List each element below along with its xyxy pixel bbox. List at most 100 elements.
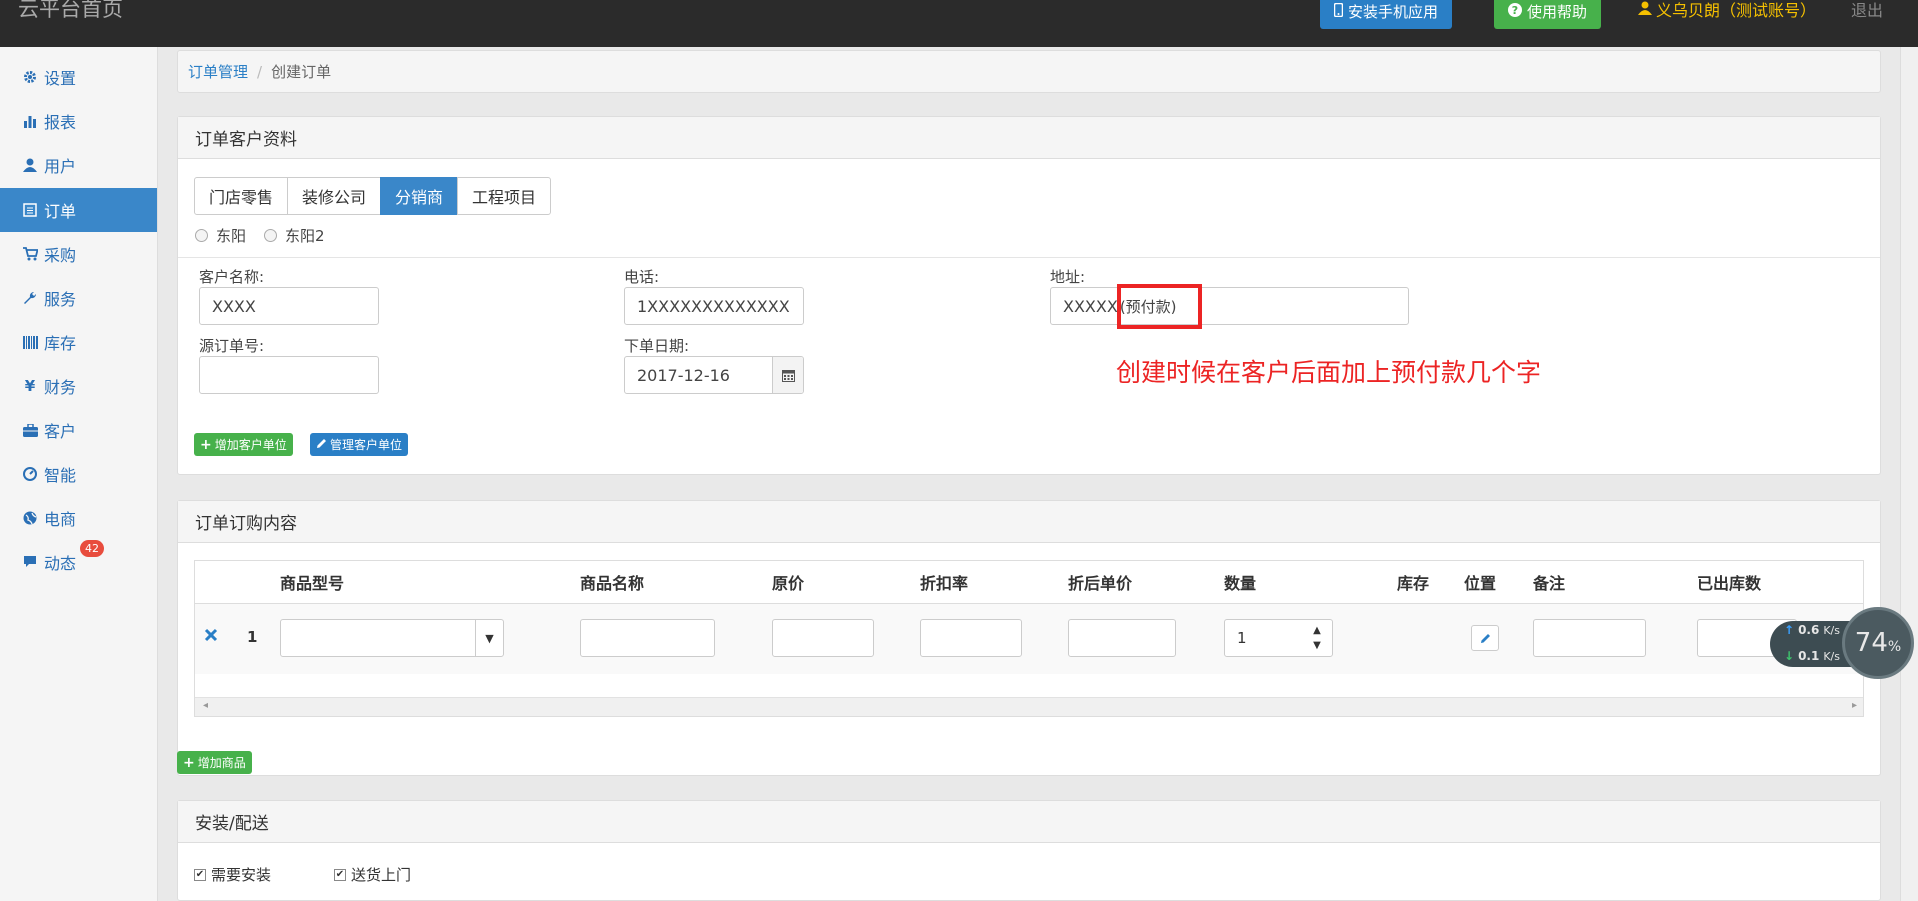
barcode-icon: [22, 334, 38, 350]
order-panel-title: 订单订购内容: [178, 501, 1880, 543]
sidebar-item-finance[interactable]: ¥ 财务: [0, 364, 157, 408]
order-content-panel: 订单订购内容 商品型号 商品名称 原价 折扣率 折后单价 数量 库存 位置 备注…: [177, 500, 1881, 776]
need-install-checkbox[interactable]: ✔: [194, 868, 206, 881]
deliver-option[interactable]: ✔ 送货上门: [334, 864, 411, 885]
form-divider: [178, 257, 1880, 258]
breadcrumb-order-management[interactable]: 订单管理: [188, 61, 248, 82]
sidebar-item-label: 采购: [44, 246, 77, 265]
page-scrollbar[interactable]: [1900, 47, 1918, 901]
pencil-icon: [316, 438, 327, 452]
customer-type-tabs: 门店零售 装修公司 分销商 工程项目: [194, 177, 552, 215]
breadcrumb-separator: /: [257, 62, 263, 81]
sidebar-item-orders[interactable]: 订单: [0, 188, 157, 232]
column-header: 商品名称: [580, 574, 645, 593]
upload-unit: K/s: [1823, 623, 1840, 637]
radio-dongyang[interactable]: [195, 229, 208, 242]
radio-dongyang2-label: 东阳2: [285, 227, 325, 245]
discount-rate-input[interactable]: [920, 619, 1022, 657]
column-header: 商品型号: [280, 574, 345, 593]
tab-decoration-company[interactable]: 装修公司: [287, 177, 382, 215]
top-navbar: 云平台首页 安装手机应用 ? 使用帮助 义乌贝朗（测试账号） 退出: [0, 0, 1918, 47]
globe-icon: [22, 510, 38, 526]
product-name-input[interactable]: [580, 619, 715, 657]
download-speed: ↓ 0.1 K/s: [1784, 649, 1840, 663]
sidebar-item-reports[interactable]: 报表: [0, 99, 157, 143]
tab-engineering-project[interactable]: 工程项目: [457, 177, 552, 215]
yen-icon: ¥: [24, 377, 36, 395]
download-arrow-icon: ↓: [1784, 649, 1795, 663]
brand-title[interactable]: 云平台首页: [18, 0, 123, 23]
delivery-panel: 安装/配送 ✔ 需要安装 ✔ 送货上门: [177, 800, 1881, 901]
phone-field[interactable]: 1XXXXXXXXXXXXX: [624, 287, 804, 325]
add-customer-unit-button[interactable]: + 增加客户单位: [194, 433, 293, 456]
current-user-link[interactable]: 义乌贝朗（测试账号）: [1638, 0, 1816, 21]
sidebar-item-users[interactable]: 用户: [0, 143, 157, 187]
column-header: 位置: [1464, 574, 1497, 593]
calendar-icon[interactable]: [772, 357, 803, 393]
sidebar-item-service[interactable]: 服务: [0, 276, 157, 320]
deliver-label: 送货上门: [351, 866, 412, 884]
upload-value: 0.6: [1798, 623, 1820, 637]
scroll-left-icon[interactable]: ◂: [203, 700, 208, 711]
usage-percent: 74: [1854, 628, 1888, 658]
sidebar-item-smart[interactable]: 智能: [0, 452, 157, 496]
order-date-value: 2017-12-16: [637, 365, 730, 385]
manage-customer-unit-button[interactable]: 管理客户单位: [310, 433, 409, 456]
phone-value: 1XXXXXXXXXXXXX: [637, 296, 790, 316]
briefcase-icon: [22, 422, 38, 438]
column-header: 库存: [1397, 574, 1430, 593]
column-header: 数量: [1224, 574, 1257, 593]
product-model-select[interactable]: ▼: [280, 619, 504, 657]
sidebar-item-settings[interactable]: 设置: [0, 55, 157, 99]
address-field[interactable]: XXXXX (预付款): [1050, 287, 1409, 325]
remark-input[interactable]: [1533, 619, 1646, 657]
edit-location-button[interactable]: [1471, 625, 1499, 651]
radio-dongyang2[interactable]: [264, 229, 278, 242]
network-speed-widget[interactable]: ↑ 0.6 K/s ↓ 0.1 K/s 74%: [1770, 607, 1918, 679]
sidebar-item-label: 动态: [44, 554, 77, 573]
plus-icon: +: [183, 754, 195, 771]
sidebar-item-customers[interactable]: 客户: [0, 408, 157, 452]
plus-icon: +: [200, 436, 212, 453]
bar-chart-icon: [22, 113, 38, 129]
need-install-option[interactable]: ✔ 需要安装: [194, 864, 271, 885]
stepper-arrows-icon[interactable]: ▲ ▼: [1302, 620, 1332, 656]
install-app-label: 安装手机应用: [1348, 3, 1439, 21]
column-header: 已出库数: [1697, 574, 1762, 593]
user-icon: [1638, 0, 1652, 19]
discounted-price-input[interactable]: [1068, 619, 1176, 657]
breadcrumb: 订单管理 / 创建订单: [177, 50, 1881, 93]
order-date-field[interactable]: 2017-12-16: [624, 356, 804, 394]
remove-row-icon[interactable]: [204, 627, 218, 646]
sidebar-item-activity[interactable]: 动态 42: [0, 540, 157, 584]
quantity-stepper[interactable]: 1 ▲ ▼: [1224, 619, 1333, 657]
memory-usage-gauge: 74%: [1842, 607, 1914, 679]
tab-distributor[interactable]: 分销商: [380, 177, 459, 215]
customer-name-field[interactable]: XXXX: [199, 287, 379, 325]
download-unit: K/s: [1823, 649, 1840, 663]
phone-label: 电话:: [624, 268, 660, 286]
deliver-checkbox[interactable]: ✔: [334, 868, 346, 881]
customer-name-value: XXXX: [212, 296, 256, 316]
scroll-right-icon[interactable]: ▸: [1852, 700, 1857, 711]
original-price-input[interactable]: [772, 619, 874, 657]
install-app-button[interactable]: 安装手机应用: [1320, 0, 1453, 29]
table-horizontal-scrollbar[interactable]: ◂ ▸: [195, 697, 1863, 716]
add-product-button[interactable]: + 增加商品: [177, 751, 252, 774]
source-order-label: 源订单号:: [199, 337, 265, 355]
sidebar-item-label: 报表: [44, 113, 77, 132]
sidebar-item-ecommerce[interactable]: 电商: [0, 496, 157, 540]
dropdown-arrow-icon[interactable]: ▼: [475, 620, 503, 656]
help-label: 使用帮助: [1527, 3, 1588, 21]
source-order-field[interactable]: [199, 356, 379, 394]
help-button[interactable]: ? 使用帮助: [1494, 0, 1602, 29]
delivery-panel-title: 安装/配送: [178, 801, 1880, 843]
logout-link[interactable]: 退出: [1851, 0, 1883, 21]
tab-store-retail[interactable]: 门店零售: [194, 177, 289, 215]
sidebar-item-purchase[interactable]: 采购: [0, 232, 157, 276]
sidebar-item-inventory[interactable]: 库存: [0, 320, 157, 364]
question-icon: ?: [1508, 0, 1522, 29]
customer-panel-title: 订单客户资料: [178, 117, 1880, 159]
manage-customer-unit-label: 管理客户单位: [330, 438, 403, 452]
quantity-value: 1: [1237, 629, 1247, 647]
